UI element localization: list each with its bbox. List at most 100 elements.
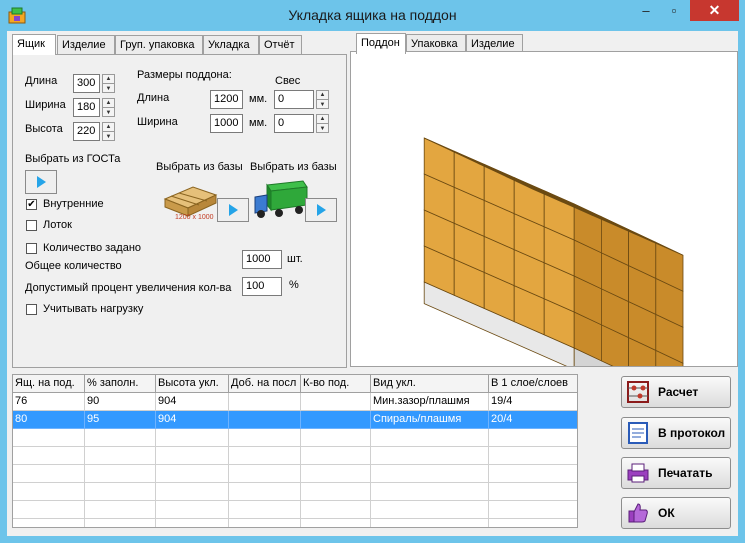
- pallet-width-input[interactable]: 1000: [210, 114, 243, 133]
- table-cell: [229, 411, 301, 429]
- to-protocol-button[interactable]: В протокол: [621, 417, 731, 449]
- pallet-image-caption: 1200 х 1000: [175, 214, 214, 221]
- table-cell: [13, 501, 85, 519]
- table-row-selected[interactable]: 80 95 904 Спираль/плашмя 20/4: [13, 411, 577, 429]
- tab-stacking[interactable]: Укладка: [203, 35, 259, 55]
- gost-select-label: Выбрать из ГОСТа: [25, 153, 121, 165]
- table-cell: [489, 465, 577, 483]
- increase-pct-input[interactable]: 100: [242, 277, 282, 296]
- close-button[interactable]: ✕: [690, 0, 739, 21]
- table-row-empty[interactable]: [13, 519, 577, 527]
- pallet-width-overhang-spinner[interactable]: ▲ ▼: [316, 114, 329, 133]
- table-cell: [301, 411, 371, 429]
- column-header[interactable]: Вид укл.: [371, 375, 489, 393]
- table-cell: [85, 447, 156, 465]
- calculate-button[interactable]: Расчет: [621, 376, 731, 408]
- to-protocol-button-label: В протокол: [658, 426, 726, 440]
- table-cell: [371, 483, 489, 501]
- tab-pallet-view[interactable]: Поддон: [356, 33, 406, 54]
- pallet-length-overhang-input[interactable]: 0: [274, 90, 314, 109]
- table-cell: [301, 483, 371, 501]
- tab-product[interactable]: Изделие: [57, 35, 115, 55]
- column-header[interactable]: Доб. на посл: [229, 375, 301, 393]
- pallet-length-overhang-spinner[interactable]: ▲ ▼: [316, 90, 329, 109]
- table-cell: [13, 465, 85, 483]
- table-cell: [156, 501, 229, 519]
- tab-group-packing[interactable]: Груп. упаковка: [115, 35, 203, 55]
- table-cell: [489, 519, 577, 527]
- pallet-width-overhang-input[interactable]: 0: [274, 114, 314, 133]
- table-cell: Спираль/плашмя: [371, 411, 489, 429]
- table-cell: [229, 465, 301, 483]
- table-row-empty[interactable]: [13, 483, 577, 501]
- table-cell: [301, 465, 371, 483]
- table-cell: [156, 483, 229, 501]
- maximize-button[interactable]: ▫: [660, 0, 688, 21]
- box-height-spinner[interactable]: ▲ ▼: [102, 122, 115, 141]
- qty-set-checkbox[interactable]: [26, 243, 37, 254]
- db-select-label-truck: Выбрать из базы: [250, 161, 337, 173]
- table-cell: [13, 429, 85, 447]
- printer-icon: [627, 463, 649, 483]
- ok-button[interactable]: ОК: [621, 497, 731, 529]
- increase-pct-label: Допустимый процент увеличения кол-ва: [25, 282, 232, 294]
- column-header[interactable]: Высота укл.: [156, 375, 229, 393]
- load-checkbox[interactable]: [26, 304, 37, 315]
- print-button[interactable]: Печатать: [621, 457, 731, 489]
- tab-box[interactable]: Ящик: [12, 34, 56, 55]
- pallet-3d-view[interactable]: [350, 51, 738, 422]
- table-cell: [229, 519, 301, 527]
- results-table[interactable]: Ящ. на под. % заполн. Высота укл. Доб. н…: [12, 374, 578, 528]
- truck-db-button[interactable]: [305, 198, 337, 222]
- thumbs-up-icon: [628, 503, 648, 523]
- table-cell: [489, 501, 577, 519]
- db-select-label-pallet: Выбрать из базы: [156, 161, 243, 173]
- tray-checkbox-label: Лоток: [43, 219, 72, 231]
- box-length-input[interactable]: 300: [73, 74, 100, 93]
- table-cell: [301, 519, 371, 527]
- total-qty-input[interactable]: 1000: [242, 250, 282, 269]
- pallet-db-button[interactable]: [217, 198, 249, 222]
- box-width-input[interactable]: 180: [73, 98, 100, 117]
- column-header[interactable]: К-во под.: [301, 375, 371, 393]
- box-height-input[interactable]: 220: [73, 122, 100, 141]
- minimize-button[interactable]: –: [632, 0, 660, 21]
- box-length-label: Длина: [25, 75, 58, 87]
- column-header[interactable]: В 1 слое/слоев: [489, 375, 577, 393]
- table-cell: [301, 447, 371, 465]
- tray-checkbox[interactable]: [26, 220, 37, 231]
- table-row[interactable]: 76 90 904 Мин.зазор/плашмя 19/4: [13, 393, 577, 411]
- table-cell: 80: [13, 411, 85, 429]
- table-cell: [229, 393, 301, 411]
- table-cell: [371, 447, 489, 465]
- column-header[interactable]: Ящ. на под.: [13, 375, 85, 393]
- inner-checkbox[interactable]: ✔: [26, 199, 37, 210]
- table-cell: [229, 429, 301, 447]
- table-cell: [13, 519, 85, 527]
- table-row-empty[interactable]: [13, 447, 577, 465]
- box-width-spinner[interactable]: ▲ ▼: [102, 98, 115, 117]
- table-row-empty[interactable]: [13, 429, 577, 447]
- pallet-size-header: Размеры поддона:: [137, 69, 232, 81]
- table-cell: [371, 465, 489, 483]
- table-cell: Мин.зазор/плашмя: [371, 393, 489, 411]
- box-panel: Длина 300 ▲ ▼ Ширина 180 ▲ ▼ Высота 220 ▲ ▼…: [12, 54, 347, 368]
- box-length-spinner[interactable]: ▲ ▼: [102, 74, 115, 93]
- table-cell: [371, 429, 489, 447]
- tab-report[interactable]: Отчёт: [259, 35, 302, 55]
- qty-set-checkbox-label: Количество задано: [43, 242, 142, 254]
- abacus-icon: [627, 381, 649, 403]
- table-row-empty[interactable]: [13, 501, 577, 519]
- table-cell: [156, 465, 229, 483]
- pallet-length-input[interactable]: 1200: [210, 90, 243, 109]
- play-icon: [228, 204, 238, 216]
- table-cell: [371, 501, 489, 519]
- gost-select-button[interactable]: [25, 170, 57, 194]
- table-cell: [156, 429, 229, 447]
- total-qty-label: Общее количество: [25, 260, 122, 272]
- table-cell: [156, 447, 229, 465]
- column-header[interactable]: % заполн.: [85, 375, 156, 393]
- table-row-empty[interactable]: [13, 465, 577, 483]
- inner-checkbox-label: Внутренние: [43, 198, 104, 210]
- table-cell: 95: [85, 411, 156, 429]
